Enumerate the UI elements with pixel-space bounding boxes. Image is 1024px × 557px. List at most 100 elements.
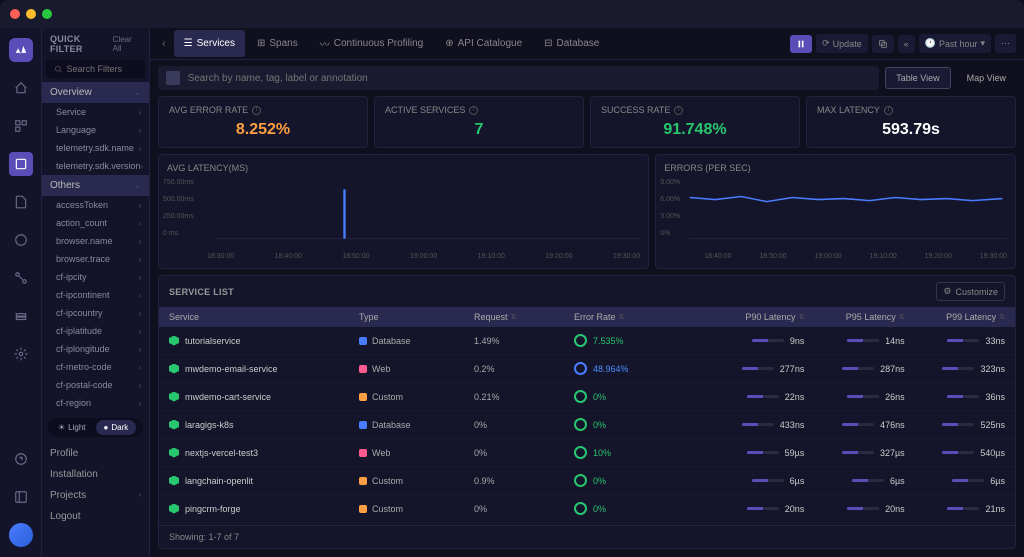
sidebar-item[interactable]: telemetry.sdk.version› [42,157,149,175]
sidebar: QUICK FILTER Clear All Overview⌄Service›… [42,28,150,557]
window-minimize[interactable] [26,9,36,19]
rail-settings-icon[interactable] [9,342,33,366]
main-search[interactable] [158,66,879,90]
window-close[interactable] [10,9,20,19]
sidebar-item[interactable]: cf-metro-code› [42,358,149,376]
sidebar-item[interactable]: Service› [42,103,149,121]
rail-dashboard-icon[interactable] [9,114,33,138]
sidebar-item[interactable]: browser.name› [42,232,149,250]
filter-search-input[interactable] [67,64,138,74]
stat-card: ACTIVE SERVICESi7 [374,96,584,148]
col-service[interactable]: Service [169,312,359,322]
update-button[interactable]: ⟳ Update [816,34,868,53]
tab-continuous-profiling[interactable]: 〰Continuous Profiling [310,30,434,57]
stat-card: SUCCESS RATEi91.748% [590,96,800,148]
content-area: ‹ ☰Services⊞Spans〰Continuous Profiling⊕A… [150,28,1024,557]
sidebar-item[interactable]: cf-region› [42,394,149,412]
table-row[interactable]: mwdemo-cart-service Custom 0.21% 0% 22ns… [159,383,1015,411]
tab-api-catalogue[interactable]: ⊕API Catalogue [435,30,532,57]
latency-bar [847,507,879,510]
rail-help-icon[interactable] [9,447,33,471]
sidebar-item[interactable]: telemetry.sdk.name› [42,139,149,157]
sidebar-section[interactable]: Overview⌄ [42,82,149,103]
type-icon [359,449,367,457]
error-ring-icon [574,334,587,347]
col-type[interactable]: Type [359,312,474,322]
sidebar-item[interactable]: cf-postal-code› [42,376,149,394]
rail-infra-icon[interactable] [9,304,33,328]
more-button[interactable]: ⋯ [995,34,1016,53]
latency-chart: AVG LATENCY(MS) 750.00ms500.00ms250.00ms… [158,154,649,269]
sidebar-bottom-item[interactable]: Projects› [42,485,149,506]
table-row[interactable]: laragigs-k8s Database 0% 0% 433ns 476ns … [159,411,1015,439]
service-status-icon [169,504,179,514]
col-p99[interactable]: P99 Latency ⇅ [905,312,1005,322]
rail-apm-icon[interactable] [9,152,33,176]
table-footer: Showing: 1-7 of 7 [159,525,1015,548]
sidebar-item[interactable]: accessToken› [42,196,149,214]
info-icon[interactable]: i [674,106,683,115]
table-row[interactable]: nextjs-vercel-test3 Web 0% 10% 59µs 327µ… [159,439,1015,467]
rail-network-icon[interactable] [9,266,33,290]
info-icon[interactable]: i [884,106,893,115]
rail-home-icon[interactable] [9,76,33,100]
error-ring-icon [574,502,587,515]
type-icon [359,477,367,485]
info-icon[interactable]: i [252,106,261,115]
sidebar-item[interactable]: cf-iplatitude› [42,322,149,340]
col-p90[interactable]: P90 Latency ⇅ [704,312,804,322]
col-request[interactable]: Request ⇅ [474,312,574,322]
table-row[interactable]: langchain-openlit Custom 0.9% 0% 6µs 6µs… [159,467,1015,495]
sidebar-item[interactable]: action_count› [42,214,149,232]
time-range-picker[interactable]: 🕐 Past hour ▾ [919,34,991,53]
theme-dark-button[interactable]: ● Dark [96,420,137,435]
rail-alert-icon[interactable] [9,228,33,252]
search-prefix-icon [166,71,180,85]
clear-all-link[interactable]: Clear All [113,35,141,53]
rail-logs-icon[interactable] [9,190,33,214]
map-view-button[interactable]: Map View [957,68,1016,88]
sidebar-bottom-item[interactable]: Logout [42,506,149,527]
latency-bar [747,451,779,454]
info-icon[interactable]: i [469,106,478,115]
sidebar-item[interactable]: browser.trace› [42,250,149,268]
tab-database[interactable]: ⊟Database [534,30,609,57]
tab-spans[interactable]: ⊞Spans [247,30,308,57]
sidebar-item[interactable]: cf-iplongitude› [42,340,149,358]
app-logo[interactable] [9,38,33,62]
table-view-button[interactable]: Table View [885,67,950,89]
theme-light-button[interactable]: ☀ Light [50,420,94,435]
table-header: Service Type Request ⇅ Error Rate ⇅ P90 … [159,307,1015,327]
customize-button[interactable]: ⚙ Customize [936,282,1005,301]
table-row[interactable]: mwdemo-email-service Web 0.2% 48.964% 27… [159,355,1015,383]
sidebar-item[interactable]: cf-ipcontinent› [42,286,149,304]
sidebar-section[interactable]: Others⌄ [42,175,149,196]
filter-search[interactable] [46,60,145,78]
latency-bar [942,423,974,426]
window-maximize[interactable] [42,9,52,19]
main-search-input[interactable] [188,73,872,84]
copy-button[interactable] [872,35,894,53]
type-icon [359,421,367,429]
latency-bar [947,507,979,510]
col-error[interactable]: Error Rate ⇅ [574,312,704,322]
back-button[interactable]: ‹ [158,38,170,50]
latency-bar [847,339,879,342]
sidebar-bottom-item[interactable]: Profile [42,443,149,464]
col-p95[interactable]: P95 Latency ⇅ [804,312,904,322]
sidebar-item[interactable]: cf-ipcity› [42,268,149,286]
collapse-button[interactable]: « [898,35,915,53]
sidebar-item[interactable]: Language› [42,121,149,139]
latency-bar [752,339,784,342]
table-row[interactable]: pingcrm-forge Custom 0% 0% 20ns 20ns 21n… [159,495,1015,523]
user-avatar[interactable] [9,523,33,547]
sidebar-item[interactable]: cf-ipcountry› [42,304,149,322]
error-ring-icon [574,390,587,403]
tab-services[interactable]: ☰Services [174,30,245,57]
rail-extend-icon[interactable] [9,485,33,509]
type-icon [359,365,367,373]
table-row[interactable]: tutorialservice Database 1.49% 7.535% 9n… [159,327,1015,355]
pause-button[interactable] [790,35,812,53]
sidebar-bottom-item[interactable]: Installation [42,464,149,485]
latency-bar [842,423,874,426]
